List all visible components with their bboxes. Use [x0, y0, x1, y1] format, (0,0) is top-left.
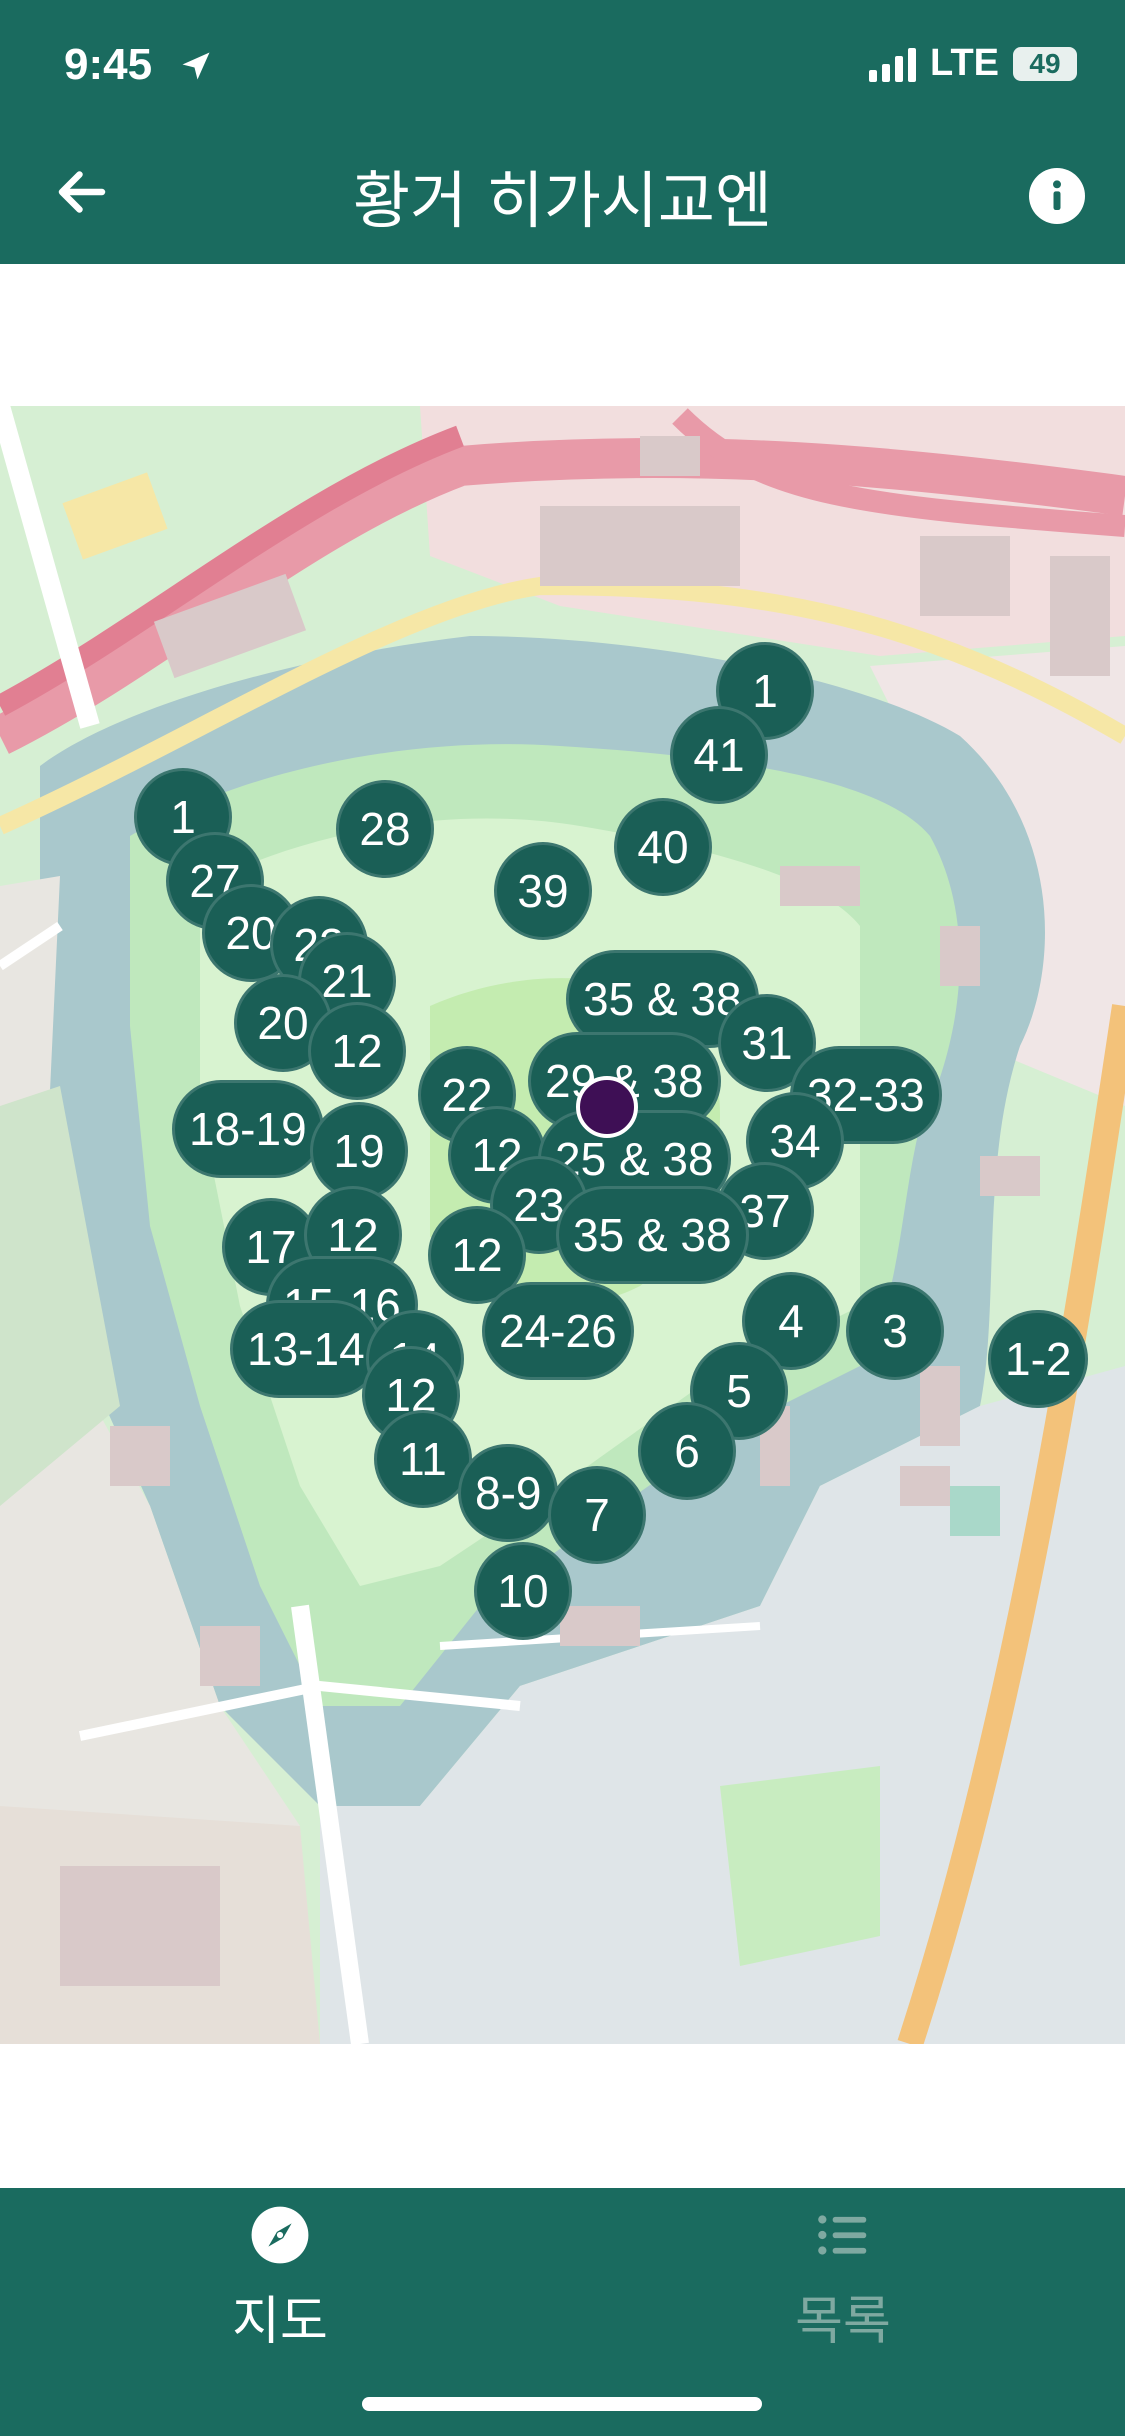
network-label: LTE: [930, 42, 999, 84]
compass-icon: [251, 2206, 309, 2264]
map-marker[interactable]: 41: [670, 706, 768, 804]
page-title: 황거 히가시교엔: [353, 164, 772, 237]
status-time: 9:45: [64, 40, 153, 89]
app-header: 9:45 LTE 49 황거 히가시교엔: [0, 0, 1125, 264]
location-arrow-icon: [182, 52, 210, 80]
tab-label: 목록: [795, 2292, 891, 2352]
map-marker[interactable]: 8-9: [458, 1444, 559, 1542]
tab-list[interactable]: 목록: [693, 2204, 993, 2354]
map-view[interactable]: 1 41 1 28 40 27 39 20 22 21 35 & 38 20 1…: [0, 406, 1125, 2044]
map-marker[interactable]: 28: [336, 780, 434, 878]
map-marker[interactable]: 13-14: [230, 1300, 382, 1398]
map-marker[interactable]: 18-19: [172, 1080, 324, 1178]
location-dot-icon: [576, 1076, 638, 1138]
map-marker[interactable]: 24-26: [482, 1282, 634, 1380]
map-marker[interactable]: 10: [474, 1542, 572, 1640]
signal-icon: [869, 46, 917, 82]
tab-map[interactable]: 지도: [130, 2204, 430, 2354]
map-marker[interactable]: 7: [548, 1466, 646, 1564]
map-marker[interactable]: 3: [846, 1282, 944, 1380]
home-indicator[interactable]: [362, 2397, 762, 2411]
map-marker[interactable]: 35 & 38: [556, 1186, 749, 1284]
map-marker[interactable]: 6: [638, 1402, 736, 1500]
map-marker[interactable]: 12: [308, 1002, 406, 1100]
status-indicators: LTE 49: [869, 42, 1077, 85]
map-marker[interactable]: 39: [494, 842, 592, 940]
battery-icon: 49: [1013, 46, 1077, 81]
map-marker[interactable]: 19: [310, 1102, 408, 1200]
info-icon[interactable]: [1029, 168, 1085, 224]
map-marker[interactable]: 1-2: [988, 1310, 1089, 1408]
list-icon: [818, 2215, 867, 2255]
map-marker[interactable]: 40: [614, 798, 712, 896]
tab-label: 지도: [232, 2292, 328, 2352]
